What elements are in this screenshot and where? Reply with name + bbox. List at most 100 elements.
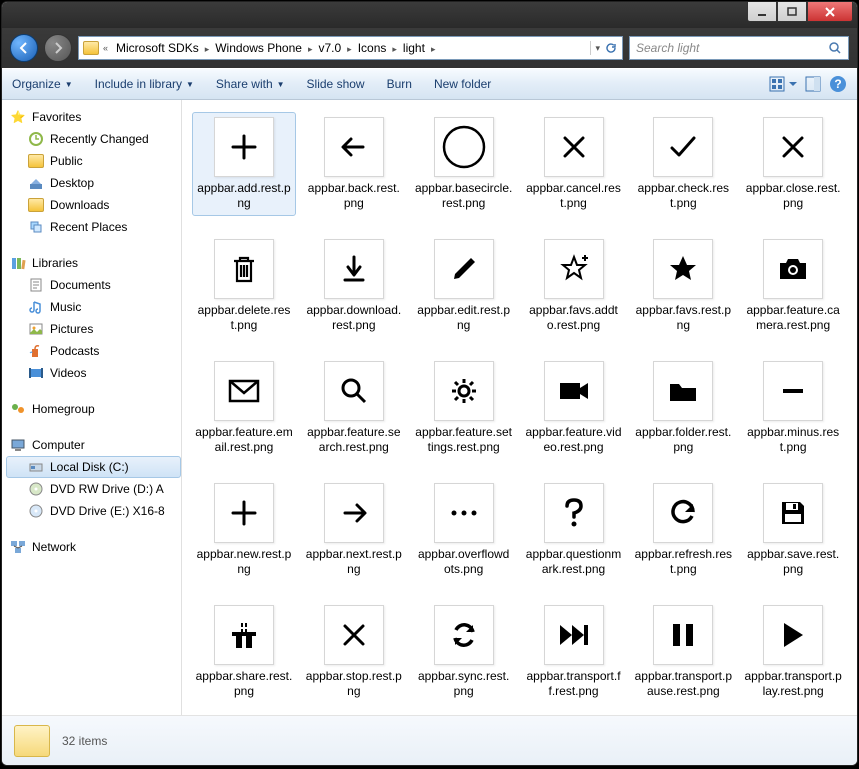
sidebar-item[interactable]: Desktop (6, 172, 181, 194)
sidebar-item[interactable]: Recent Places (6, 216, 181, 238)
file-name: appbar.folder.rest.png (634, 425, 732, 455)
homegroup[interactable]: Homegroup (6, 398, 181, 420)
sidebar-item[interactable]: DVD RW Drive (D:) A (6, 478, 181, 500)
share-button[interactable]: Share with▼ (216, 77, 285, 91)
sidebar-item-label: Documents (50, 278, 111, 292)
navigation-pane[interactable]: ⭐Favorites Recently ChangedPublicDesktop… (2, 100, 182, 715)
nav-back-button[interactable] (10, 34, 38, 62)
organize-button[interactable]: Organize▼ (12, 77, 73, 91)
maximize-button[interactable] (777, 2, 807, 22)
help-button[interactable]: ? (829, 75, 847, 93)
sidebar-item[interactable]: Podcasts (6, 340, 181, 362)
sidebar-item[interactable]: DVD Drive (E:) X16-8 (6, 500, 181, 522)
file-item[interactable]: appbar.delete.rest.png (192, 234, 296, 338)
file-item[interactable]: appbar.transport.ff.rest.png (522, 600, 626, 704)
file-item[interactable]: appbar.sync.rest.png (412, 600, 516, 704)
breadcrumb-item[interactable]: Windows Phone (211, 39, 306, 57)
slideshow-button[interactable]: Slide show (307, 77, 365, 91)
view-button[interactable] (769, 76, 797, 92)
file-thumbnail (763, 239, 823, 299)
dropdown-icon[interactable]: ▾ (595, 43, 600, 54)
file-item[interactable]: appbar.feature.camera.rest.png (741, 234, 845, 338)
sidebar-item-icon (28, 175, 44, 191)
sidebar-item[interactable]: Videos (6, 362, 181, 384)
explorer-window: « Microsoft SDKs▸Windows Phone▸v7.0▸Icon… (1, 1, 858, 766)
file-item[interactable]: appbar.share.rest.png (192, 600, 296, 704)
sidebar-item[interactable]: Documents (6, 274, 181, 296)
file-item[interactable]: appbar.add.rest.png (192, 112, 296, 216)
address-bar[interactable]: « Microsoft SDKs▸Windows Phone▸v7.0▸Icon… (78, 36, 623, 60)
file-item[interactable]: appbar.overflowdots.png (412, 478, 516, 582)
file-name: appbar.save.rest.png (744, 547, 842, 577)
file-item[interactable]: appbar.transport.pause.rest.png (631, 600, 735, 704)
file-item[interactable]: appbar.stop.rest.png (302, 600, 406, 704)
sidebar-item[interactable]: Downloads (6, 194, 181, 216)
nav-forward-button[interactable] (44, 34, 72, 62)
file-thumbnail (653, 483, 713, 543)
file-name: appbar.feature.video.rest.png (525, 425, 623, 455)
computer-group[interactable]: Computer (6, 434, 181, 456)
minimize-button[interactable] (747, 2, 777, 22)
file-thumbnail (763, 117, 823, 177)
title-bar[interactable] (2, 2, 857, 28)
search-icon (828, 41, 842, 55)
include-library-button[interactable]: Include in library▼ (95, 77, 194, 91)
breadcrumb-item[interactable]: v7.0 (314, 39, 345, 57)
sidebar-item[interactable]: Pictures (6, 318, 181, 340)
file-list[interactable]: appbar.add.rest.pngappbar.back.rest.pnga… (182, 100, 857, 715)
file-item[interactable]: appbar.feature.email.rest.png (192, 356, 296, 460)
chevron-right-icon[interactable]: ▸ (203, 44, 212, 54)
file-name: appbar.favs.addto.rest.png (525, 303, 623, 333)
file-item[interactable]: appbar.cancel.rest.png (522, 112, 626, 216)
sidebar-item-icon (28, 503, 44, 519)
file-item[interactable]: appbar.folder.rest.png (631, 356, 735, 460)
new-folder-button[interactable]: New folder (434, 77, 491, 91)
file-item[interactable]: appbar.favs.rest.png (631, 234, 735, 338)
favorites-group[interactable]: ⭐Favorites (6, 106, 181, 128)
refresh-icon[interactable] (604, 41, 618, 55)
libraries-group[interactable]: Libraries (6, 252, 181, 274)
file-item[interactable]: appbar.edit.rest.png (412, 234, 516, 338)
file-item[interactable]: appbar.next.rest.png (302, 478, 406, 582)
sidebar-item[interactable]: Music (6, 296, 181, 318)
chevron-left-icon[interactable]: « (101, 43, 110, 53)
breadcrumb-item[interactable]: light (399, 39, 429, 57)
file-item[interactable]: appbar.feature.settings.rest.png (412, 356, 516, 460)
file-item[interactable]: appbar.basecircle.rest.png (412, 112, 516, 216)
file-item[interactable]: appbar.download.rest.png (302, 234, 406, 338)
chevron-right-icon[interactable]: ▸ (429, 44, 438, 54)
file-name: appbar.sync.rest.png (415, 669, 513, 699)
sidebar-item[interactable]: Public (6, 150, 181, 172)
file-item[interactable]: appbar.save.rest.png (741, 478, 845, 582)
preview-pane-button[interactable] (805, 76, 821, 92)
file-item[interactable]: appbar.feature.video.rest.png (522, 356, 626, 460)
sidebar-item-label: Pictures (50, 322, 93, 336)
search-input[interactable]: Search light (629, 36, 849, 60)
file-item[interactable]: appbar.close.rest.png (741, 112, 845, 216)
file-name: appbar.overflowdots.png (415, 547, 513, 577)
file-thumbnail (653, 605, 713, 665)
file-item[interactable]: appbar.questionmark.rest.png (522, 478, 626, 582)
file-item[interactable]: appbar.back.rest.png (302, 112, 406, 216)
file-item[interactable]: appbar.transport.play.rest.png (741, 600, 845, 704)
file-thumbnail (434, 239, 494, 299)
file-item[interactable]: appbar.favs.addto.rest.png (522, 234, 626, 338)
file-item[interactable]: appbar.check.rest.png (631, 112, 735, 216)
file-name: appbar.new.rest.png (195, 547, 293, 577)
close-button[interactable] (807, 2, 853, 22)
burn-button[interactable]: Burn (387, 77, 412, 91)
file-item[interactable]: appbar.minus.rest.png (741, 356, 845, 460)
network[interactable]: Network (6, 536, 181, 558)
file-item[interactable]: appbar.new.rest.png (192, 478, 296, 582)
chevron-right-icon[interactable]: ▸ (345, 44, 354, 54)
breadcrumb-item[interactable]: Icons (354, 39, 391, 57)
sidebar-item[interactable]: Recently Changed (6, 128, 181, 150)
file-thumbnail (434, 483, 494, 543)
sidebar-item-icon (28, 481, 44, 497)
file-name: appbar.basecircle.rest.png (415, 181, 513, 211)
file-item[interactable]: appbar.refresh.rest.png (631, 478, 735, 582)
file-item[interactable]: appbar.feature.search.rest.png (302, 356, 406, 460)
breadcrumb-item[interactable]: Microsoft SDKs (112, 39, 203, 57)
chevron-right-icon[interactable]: ▸ (390, 44, 399, 54)
sidebar-item[interactable]: Local Disk (C:) (6, 456, 181, 478)
